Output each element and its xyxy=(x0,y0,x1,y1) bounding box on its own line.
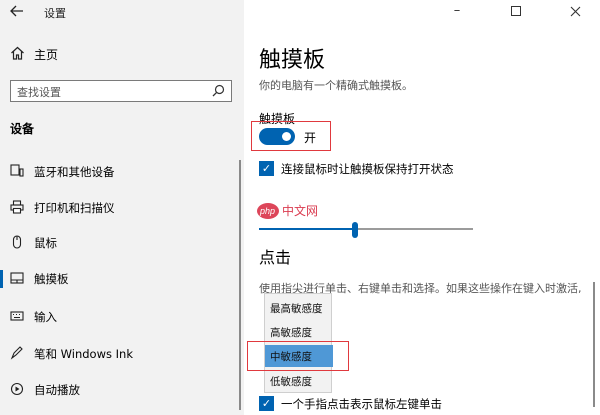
sidebar-item-label: 自动播放 xyxy=(34,383,80,397)
home-icon xyxy=(10,46,25,60)
printer-icon xyxy=(10,200,24,214)
active-indicator xyxy=(0,270,3,288)
sidebar-item-label: 蓝牙和其他设备 xyxy=(34,165,115,179)
sidebar-item-label: 打印机和扫描仪 xyxy=(34,201,115,215)
close-icon xyxy=(570,6,580,17)
option-label: 高敏感度 xyxy=(270,327,312,339)
toggle-knob xyxy=(282,132,291,141)
sidebar-item-label: 触摸板 xyxy=(34,272,69,286)
click-section-title: 点击 xyxy=(259,248,292,267)
content-scrollbar[interactable] xyxy=(593,282,595,407)
keyboard-icon xyxy=(10,309,24,323)
option-label: 最高敏感度 xyxy=(270,303,323,315)
sensitivity-option[interactable]: 低敏感度 xyxy=(265,370,333,392)
slider-thumb[interactable] xyxy=(352,222,358,238)
maximize-button[interactable] xyxy=(509,3,523,16)
sensitivity-option[interactable]: 最高敏感度 xyxy=(265,297,333,319)
touchpad-icon xyxy=(10,271,24,285)
mouse-icon xyxy=(10,235,24,249)
single-tap-checkbox-row[interactable]: ✓ 一个手指点击表示鼠标左键单击 xyxy=(259,395,589,413)
sidebar-scrollbar[interactable] xyxy=(239,160,241,410)
sidebar-item-typing[interactable]: 输入 xyxy=(0,305,240,329)
checkbox[interactable]: ✓ xyxy=(259,396,274,411)
touchpad-settings-page: – 触摸板 你的电脑有一个精确式触摸板。 触摸板 开 ✓ 连接鼠标时让触摸板保持… xyxy=(244,0,600,415)
sensitivity-option[interactable]: 高敏感度 xyxy=(265,321,333,343)
devices-icon xyxy=(10,164,24,178)
sidebar-item-bluetooth[interactable]: 蓝牙和其他设备 xyxy=(0,160,240,184)
search-icon[interactable] xyxy=(212,84,225,97)
back-arrow-icon xyxy=(10,5,23,17)
search-input[interactable]: 查找设置 xyxy=(10,80,232,102)
sidebar-item-autoplay[interactable]: 自动播放 xyxy=(0,378,240,402)
sidebar-item-printers[interactable]: 打印机和扫描仪 xyxy=(0,196,240,220)
settings-sidebar: 设置 主页 查找设置 设备 蓝牙和其他设备 打印机和扫描仪 鼠标 触摸板 输入 … xyxy=(0,0,244,415)
search-placeholder: 查找设置 xyxy=(17,86,61,99)
minimize-button[interactable]: – xyxy=(450,3,464,18)
slider-track-filled xyxy=(259,228,355,230)
close-button[interactable] xyxy=(568,3,582,17)
checkbox-label: 一个手指点击表示鼠标左键单击 xyxy=(281,397,442,411)
php-watermark-logo: php 中文网 xyxy=(256,200,356,222)
svg-text:php: php xyxy=(259,206,275,216)
sidebar-item-label: 笔和 Windows Ink xyxy=(34,347,133,361)
sidebar-item-touchpad[interactable]: 触摸板 xyxy=(0,267,240,291)
keep-touchpad-on-checkbox-row[interactable]: ✓ 连接鼠标时让触摸板保持打开状态 xyxy=(259,160,589,178)
home-label: 主页 xyxy=(34,48,59,62)
section-title-devices: 设备 xyxy=(10,122,35,136)
app-title: 设置 xyxy=(44,7,66,20)
pen-icon xyxy=(10,346,24,360)
title-bar: 设置 xyxy=(0,0,244,24)
page-title: 触摸板 xyxy=(259,48,326,73)
checkbox[interactable]: ✓ xyxy=(259,161,274,176)
sidebar-item-label: 输入 xyxy=(34,310,57,324)
checkbox-label: 连接鼠标时让触摸板保持打开状态 xyxy=(281,162,454,176)
window-controls: – xyxy=(440,0,600,24)
slider-track xyxy=(355,228,473,230)
touchpad-toggle[interactable] xyxy=(259,128,295,145)
maximize-icon xyxy=(511,6,521,16)
sidebar-item-mouse[interactable]: 鼠标 xyxy=(0,231,240,255)
page-description: 你的电脑有一个精确式触摸板。 xyxy=(259,79,413,92)
sidebar-item-pen[interactable]: 笔和 Windows Ink xyxy=(0,342,240,366)
toggle-state-text: 开 xyxy=(304,131,317,145)
back-button[interactable] xyxy=(10,4,28,20)
option-label: 低敏感度 xyxy=(270,376,312,388)
autoplay-icon xyxy=(10,382,24,396)
cursor-speed-slider[interactable] xyxy=(259,222,473,238)
sidebar-item-label: 鼠标 xyxy=(34,236,57,250)
highlight-box xyxy=(247,341,349,371)
sidebar-item-home[interactable]: 主页 xyxy=(10,44,230,64)
svg-text:中文网: 中文网 xyxy=(282,203,318,218)
